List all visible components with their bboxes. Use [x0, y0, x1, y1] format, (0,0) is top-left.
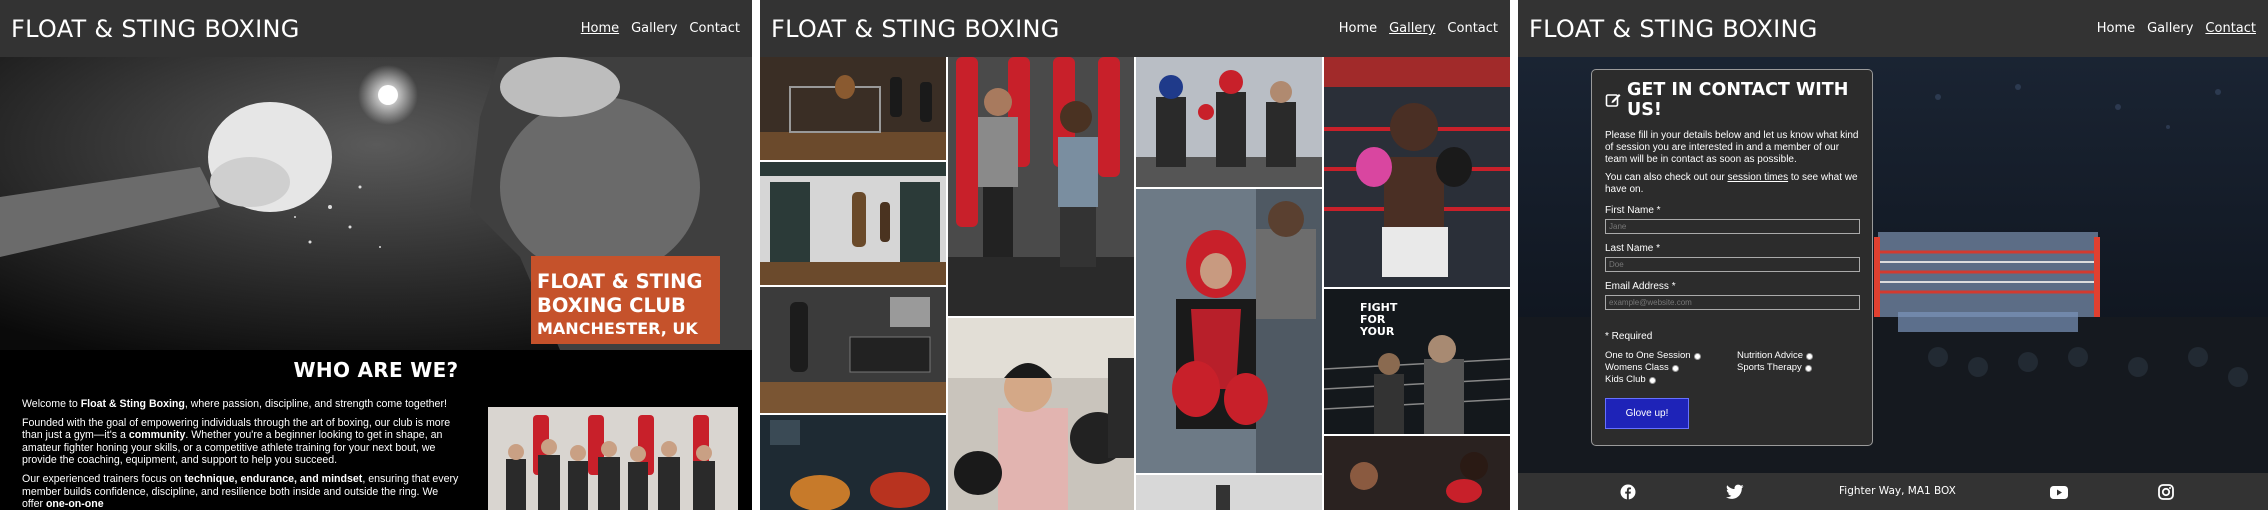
- option-womens-class[interactable]: Womens Class: [1605, 362, 1737, 374]
- nav-links: Home Gallery Contact: [1339, 21, 1498, 36]
- hero-banner: FLOAT & STING BOXING CLUB MANCHESTER, UK: [531, 256, 720, 344]
- gallery-photo-bag-hall[interactable]: [760, 162, 946, 285]
- radio-button[interactable]: [1671, 364, 1679, 372]
- gallery-photo-strip[interactable]: [1136, 475, 1322, 510]
- footer-address: Fighter Way, MA1 BOX: [1839, 485, 1956, 497]
- radio-button[interactable]: [1806, 352, 1814, 360]
- gallery-photo-smiling-boxer[interactable]: [948, 318, 1134, 510]
- contact-page: FLOAT & STING BOXING Home Gallery Contac…: [1518, 0, 2268, 510]
- last-name-input[interactable]: [1605, 257, 1860, 272]
- hero-line-2: BOXING CLUB: [537, 294, 686, 317]
- nav-links: Home Gallery Contact: [2097, 21, 2256, 36]
- about-title: WHO ARE WE?: [293, 358, 459, 382]
- option-one-to-one[interactable]: One to One Session: [1605, 350, 1737, 362]
- session-times-link[interactable]: session times: [1728, 172, 1789, 183]
- about-paragraph-2: Founded with the goal of empowering indi…: [22, 416, 451, 467]
- hero-line-1: FLOAT & STING: [537, 270, 703, 293]
- gallery-photo-gloves[interactable]: [760, 415, 946, 510]
- form-intro: Please fill in your details below and le…: [1605, 130, 1859, 165]
- last-name-label: Last Name *: [1605, 243, 1661, 254]
- brand-logo[interactable]: FLOAT & STING BOXING: [771, 15, 1060, 43]
- instagram-icon[interactable]: [2158, 484, 2174, 500]
- about-text: Welcome to Float & Sting Boxing, where p…: [22, 398, 462, 510]
- form-title: GET IN CONTACT WITH US!: [1627, 80, 1849, 120]
- nav-gallery[interactable]: Gallery: [631, 21, 677, 36]
- nav-links: Home Gallery Contact: [581, 21, 740, 36]
- gallery-photo-pad-work[interactable]: [948, 57, 1134, 316]
- about-paragraph-1: Welcome to Float & Sting Boxing, where p…: [22, 398, 447, 410]
- gallery-photo-bag-room[interactable]: [760, 287, 946, 413]
- nav-home[interactable]: Home: [581, 21, 619, 36]
- first-name-label: First Name *: [1605, 205, 1661, 216]
- home-page: FLOAT & STING BOXING Home Gallery Contac…: [0, 0, 752, 510]
- option-sports-therapy[interactable]: Sports Therapy: [1737, 362, 1857, 374]
- gallery-photo-gym-ring[interactable]: [760, 57, 946, 160]
- option-nutrition[interactable]: Nutrition Advice: [1737, 350, 1857, 362]
- nav-gallery[interactable]: Gallery: [1389, 21, 1435, 36]
- gallery-photo-female-boxer[interactable]: [1324, 57, 1510, 287]
- nav-contact[interactable]: Contact: [2205, 21, 2256, 36]
- edit-icon: [1605, 92, 1621, 108]
- option-kids-club[interactable]: Kids Club: [1605, 374, 1737, 386]
- radio-button[interactable]: [1693, 352, 1701, 360]
- first-name-input[interactable]: [1605, 219, 1860, 234]
- email-input[interactable]: [1605, 295, 1860, 310]
- about-paragraph-3: Our experienced trainers focus on techni…: [22, 472, 459, 510]
- gallery-photo-crowd[interactable]: [1324, 436, 1510, 510]
- email-label: Email Address *: [1605, 281, 1676, 292]
- gallery-photo-kid-headgear[interactable]: [1136, 189, 1322, 473]
- contact-form: GET IN CONTACT WITH US! Please fill in y…: [1591, 69, 1873, 446]
- gallery-photo-sparring-group[interactable]: [1136, 57, 1322, 187]
- brand-logo[interactable]: FLOAT & STING BOXING: [1529, 15, 1818, 43]
- submit-button[interactable]: Glove up!: [1605, 398, 1689, 429]
- form-intro-2: You can also check out our session times…: [1605, 172, 1858, 195]
- facebook-icon[interactable]: [1620, 484, 1636, 500]
- twitter-icon[interactable]: [1726, 484, 1744, 500]
- form-heading: GET IN CONTACT WITH US!: [1605, 80, 1860, 120]
- navbar: FLOAT & STING BOXING Home Gallery Contac…: [1518, 0, 2268, 57]
- team-photo: [488, 407, 738, 510]
- nav-gallery[interactable]: Gallery: [2147, 21, 2193, 36]
- radio-button[interactable]: [1804, 364, 1812, 372]
- navbar: FLOAT & STING BOXING Home Gallery Contac…: [760, 0, 1510, 57]
- session-options: One to One Session Nutrition Advice Wome…: [1605, 350, 1860, 386]
- required-note: * Required: [1605, 331, 1653, 342]
- nav-contact[interactable]: Contact: [1447, 21, 1498, 36]
- navbar: FLOAT & STING BOXING Home Gallery Contac…: [0, 0, 752, 57]
- gallery-photo-ring-fighters[interactable]: FIGHT FOR YOUR: [1324, 289, 1510, 434]
- gallery-page: FLOAT & STING BOXING Home Gallery Contac…: [760, 0, 1510, 510]
- nav-home[interactable]: Home: [2097, 21, 2135, 36]
- radio-button[interactable]: [1648, 376, 1656, 384]
- footer: Fighter Way, MA1 BOX: [1518, 473, 2268, 510]
- hero-line-3: MANCHESTER, UK: [537, 319, 698, 338]
- nav-contact[interactable]: Contact: [689, 21, 740, 36]
- brand-logo[interactable]: FLOAT & STING BOXING: [11, 15, 300, 43]
- nav-home[interactable]: Home: [1339, 21, 1377, 36]
- youtube-icon[interactable]: [2050, 486, 2068, 499]
